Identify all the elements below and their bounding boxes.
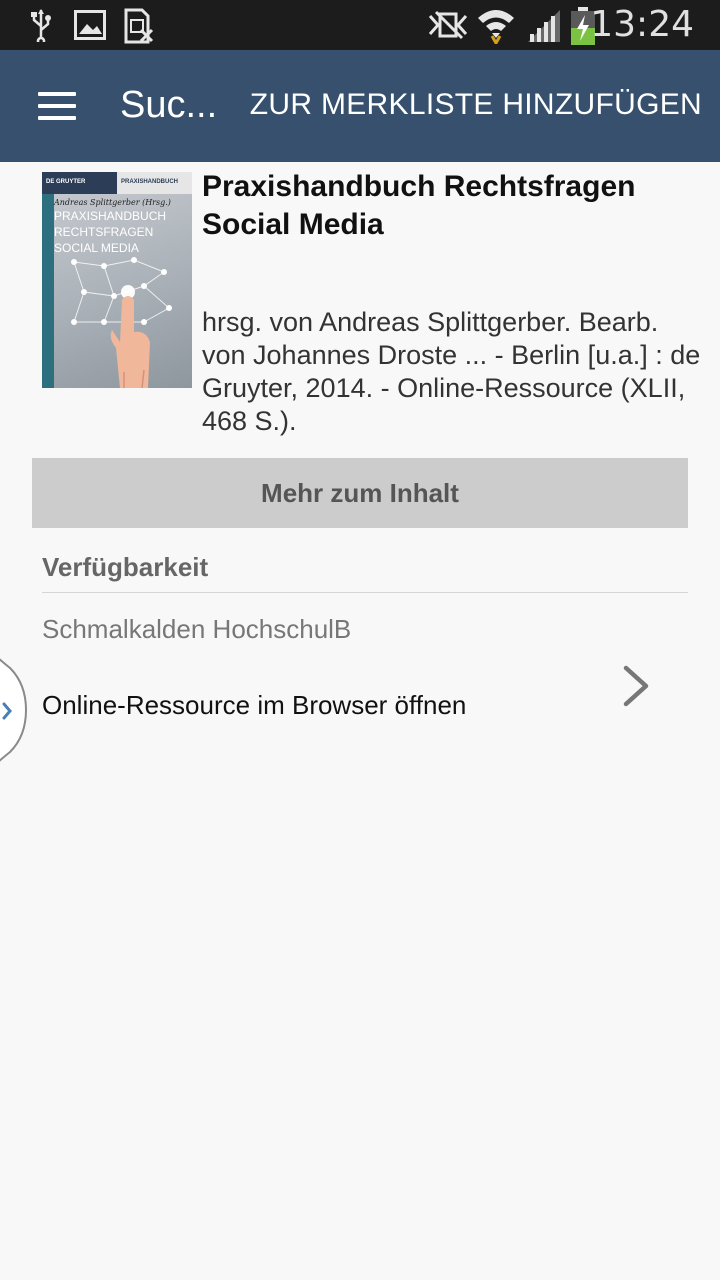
clock: 13:24 (590, 4, 694, 45)
chevron-right-icon[interactable] (620, 664, 652, 708)
cover-header: DE GRUYTER PRAXISHANDBUCH (42, 172, 192, 194)
more-content-button[interactable]: Mehr zum Inhalt (32, 458, 688, 528)
divider (42, 592, 688, 593)
library-name: Schmalkalden HochschulB (42, 614, 352, 644)
status-bar: 13:24 (0, 0, 720, 50)
wifi-icon (478, 10, 514, 44)
availability-heading: Verfügbarkeit (42, 552, 209, 582)
cover-title-2: RECHTSFRAGEN (54, 225, 154, 239)
cover-publisher: DE GRUYTER (42, 172, 117, 194)
sim-missing-icon (124, 8, 154, 44)
book-cover-image: DE GRUYTER PRAXISHANDBUCH Andreas Splitt… (42, 172, 192, 388)
page-title: Suc... (120, 84, 218, 126)
image-icon (74, 10, 106, 40)
signal-icon (528, 10, 560, 42)
cover-author: Andreas Splittgerber (Hrsg.) (54, 198, 171, 207)
network-hand-illustration (71, 257, 172, 388)
hamburger-menu-icon[interactable] (38, 92, 76, 120)
usb-icon (31, 9, 51, 42)
cover-title-1: PRAXISHANDBUCH (54, 209, 167, 223)
nfc-icon (428, 10, 468, 40)
action-bar: Suc... ZUR MERKLISTE HINZUFÜGEN (0, 50, 720, 162)
book-description: hrsg. von Andreas Splittgerber. Bearb. v… (202, 307, 701, 436)
book-title: Praxishandbuch Rechtsfragen Social Media (202, 170, 636, 241)
cover-series: PRAXISHANDBUCH (117, 172, 192, 194)
open-online-resource-link[interactable]: Online-Ressource im Browser öffnen (42, 690, 466, 721)
side-drawer-tab[interactable] (0, 640, 30, 780)
add-to-watchlist-button[interactable]: ZUR MERKLISTE HINZUFÜGEN (250, 88, 702, 122)
